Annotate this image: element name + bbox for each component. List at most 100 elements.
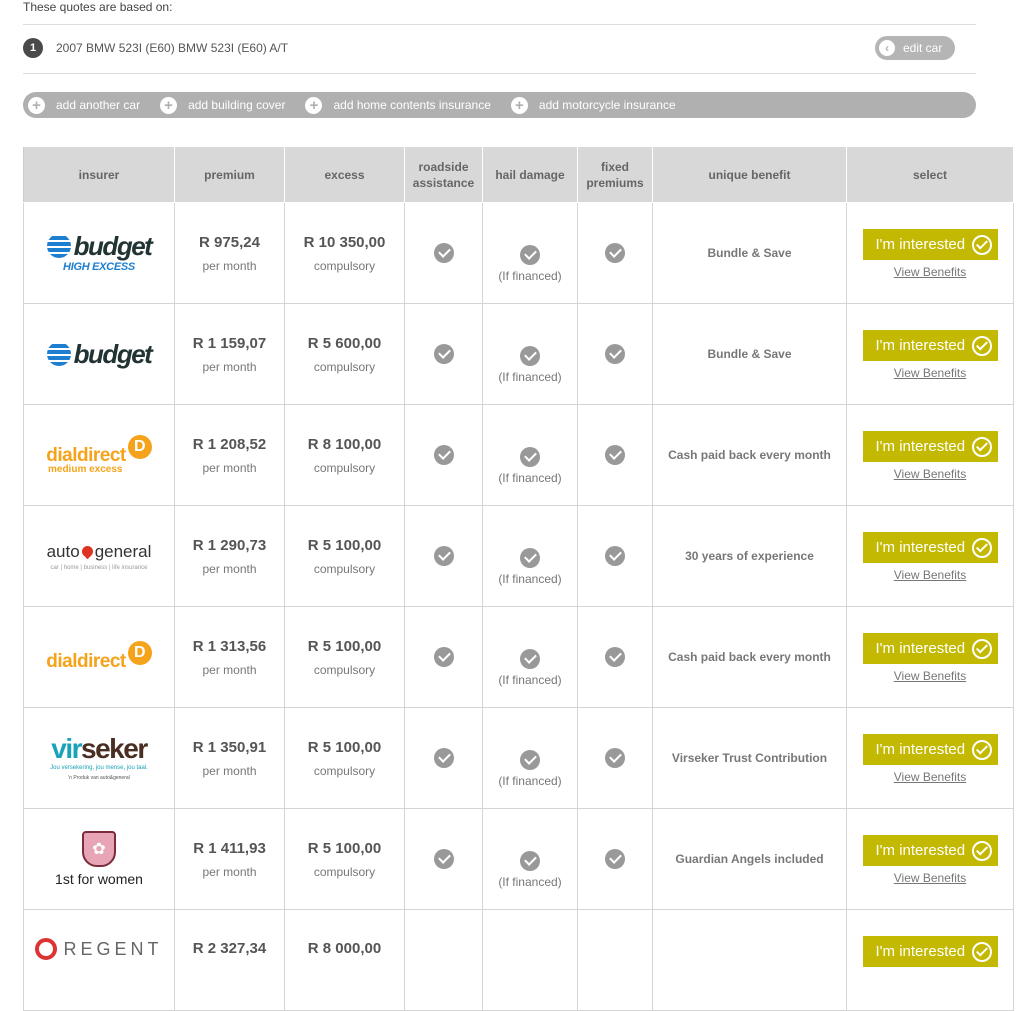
insurer-cell: dialdirect D medium excess xyxy=(23,404,175,506)
im-interested-button[interactable]: I'm interested xyxy=(862,936,998,967)
plus-icon: + xyxy=(510,96,528,114)
add-motorcycle-button[interactable]: + add motorcycle insurance xyxy=(510,96,676,114)
hail-cell: (If financed) xyxy=(482,707,578,809)
add-home-contents-button[interactable]: + add home contents insurance xyxy=(305,96,491,114)
header-premium: premium xyxy=(174,146,285,203)
dialdirect-badge-icon: D xyxy=(127,435,152,459)
logo-text: REGENT xyxy=(63,938,163,959)
insurer-cell: ✿ 1st for women xyxy=(23,808,175,910)
1st-for-women-logo: ✿ 1st for women xyxy=(24,809,174,909)
compulsory-label: compulsory xyxy=(313,763,376,778)
im-interested-button[interactable]: I'm interested xyxy=(862,532,998,563)
check-circle-icon xyxy=(433,647,454,667)
view-benefits-link[interactable]: View Benefits xyxy=(847,669,1013,683)
add-motorcycle-label: add motorcycle insurance xyxy=(538,98,676,112)
im-interested-button[interactable]: I'm interested xyxy=(862,330,998,361)
view-benefits-link[interactable]: View Benefits xyxy=(847,366,1013,380)
table-row: auto general car | home | business | lif… xyxy=(23,505,1014,607)
insurer-cell: dialdirect D xyxy=(23,606,175,708)
excess-cell: R 5 100,00 compulsory xyxy=(284,707,405,809)
view-benefits-link[interactable]: View Benefits xyxy=(847,871,1013,885)
excess-value: R 8 100,00 xyxy=(307,435,382,453)
excess-cell: R 5 600,00 compulsory xyxy=(284,303,405,405)
excess-cell: R 8 100,00 compulsory xyxy=(284,404,405,506)
fixed-cell xyxy=(577,909,653,1011)
im-interested-label: I'm interested xyxy=(875,337,966,354)
view-benefits-link[interactable]: View Benefits xyxy=(847,467,1013,481)
insurer-cell: auto general car | home | business | lif… xyxy=(23,505,175,607)
benefit-cell: Virseker Trust Contribution xyxy=(652,707,847,809)
im-interested-label: I'm interested xyxy=(875,236,966,253)
roadside-cell xyxy=(404,808,483,910)
divider xyxy=(23,24,976,25)
dialdirect-logo: dialdirect D medium excess xyxy=(24,405,174,505)
excess-value: R 5 100,00 xyxy=(307,637,382,655)
unique-benefit-text: Bundle & Save xyxy=(707,246,792,260)
im-interested-label: I'm interested xyxy=(875,741,966,758)
header-excess: excess xyxy=(284,146,405,203)
table-header-row: insurer premium excess roadside assistan… xyxy=(23,146,1014,203)
roadside-cell xyxy=(404,202,483,304)
unique-benefit-text: Bundle & Save xyxy=(707,347,792,361)
add-another-car-button[interactable]: + add another car xyxy=(28,96,140,114)
check-circle-icon xyxy=(971,537,992,558)
if-financed-label: (If financed) xyxy=(498,470,562,485)
per-month-label: per month xyxy=(202,561,257,576)
table-row: budget R 1 159,07 per month R 5 600,00 c… xyxy=(23,303,1014,405)
virseker-logo: virseker Jou versekering, jou mense, jou… xyxy=(24,708,174,808)
hail-cell: (If financed) xyxy=(482,808,578,910)
im-interested-button[interactable]: I'm interested xyxy=(862,431,998,462)
im-interested-button[interactable]: I'm interested xyxy=(862,633,998,664)
quotes-based-on-label: These quotes are based on: xyxy=(23,0,173,14)
im-interested-button[interactable]: I'm interested xyxy=(862,734,998,765)
check-circle-icon xyxy=(605,344,625,364)
logo-text: dialdirect xyxy=(46,651,126,672)
compulsory-label: compulsory xyxy=(313,258,376,273)
check-circle-icon xyxy=(605,748,625,768)
roadside-cell xyxy=(404,606,483,708)
roadside-cell xyxy=(404,707,483,809)
per-month-label: per month xyxy=(202,662,257,677)
add-cover-bar: + add another car + add building cover +… xyxy=(23,92,976,118)
check-circle-icon xyxy=(605,445,625,465)
quotes-table: insurer premium excess roadside assistan… xyxy=(23,146,1014,1011)
im-interested-label: I'm interested xyxy=(875,842,966,859)
premium-value: R 1 350,91 xyxy=(192,738,267,756)
select-cell: I'm interested View Benefits xyxy=(846,505,1014,607)
check-circle-icon xyxy=(520,345,540,366)
dialdirect-badge-icon: D xyxy=(127,641,152,665)
premium-value: R 2 327,34 xyxy=(192,940,267,957)
premium-value: R 975,24 xyxy=(199,233,260,251)
compulsory-label: compulsory xyxy=(313,359,376,374)
roadside-cell xyxy=(404,505,483,607)
hail-cell: (If financed) xyxy=(482,303,578,405)
view-benefits-link[interactable]: View Benefits xyxy=(847,770,1013,784)
edit-car-button[interactable]: ‹ edit car xyxy=(875,36,955,60)
premium-cell: R 1 208,52 per month xyxy=(174,404,285,506)
logo-tagline: 'n Produk van auto&general xyxy=(68,775,130,781)
im-interested-button[interactable]: I'm interested xyxy=(862,835,998,866)
hail-cell xyxy=(482,909,578,1011)
add-building-cover-button[interactable]: + add building cover xyxy=(160,96,285,114)
benefit-cell: Bundle & Save xyxy=(652,202,847,304)
view-benefits-link[interactable]: View Benefits xyxy=(847,568,1013,582)
ampersand-drop-icon xyxy=(79,543,95,560)
hail-cell: (If financed) xyxy=(482,606,578,708)
header-fixed: fixed premiums xyxy=(577,146,653,203)
im-interested-button[interactable]: I'm interested xyxy=(862,229,998,260)
logo-text: budget xyxy=(73,230,153,261)
check-circle-icon xyxy=(605,243,625,263)
budget-logo: budget HIGH EXCESS xyxy=(24,203,174,303)
fixed-cell xyxy=(577,707,653,809)
premium-value: R 1 313,56 xyxy=(192,637,267,655)
logo-tagline: Jou versekering, jou mense, jou taal. xyxy=(50,765,148,771)
excess-value: R 5 100,00 xyxy=(307,536,382,554)
hail-cell: (If financed) xyxy=(482,202,578,304)
select-cell: I'm interested View Benefits xyxy=(846,303,1014,405)
if-financed-label: (If financed) xyxy=(498,672,562,687)
view-benefits-link[interactable]: View Benefits xyxy=(847,265,1013,279)
check-circle-icon xyxy=(433,748,454,768)
check-circle-icon xyxy=(433,849,454,869)
select-cell: I'm interested View Benefits xyxy=(846,808,1014,910)
car-row: 1 2007 BMW 523I (E60) BMW 523I (E60) A/T… xyxy=(23,36,976,60)
